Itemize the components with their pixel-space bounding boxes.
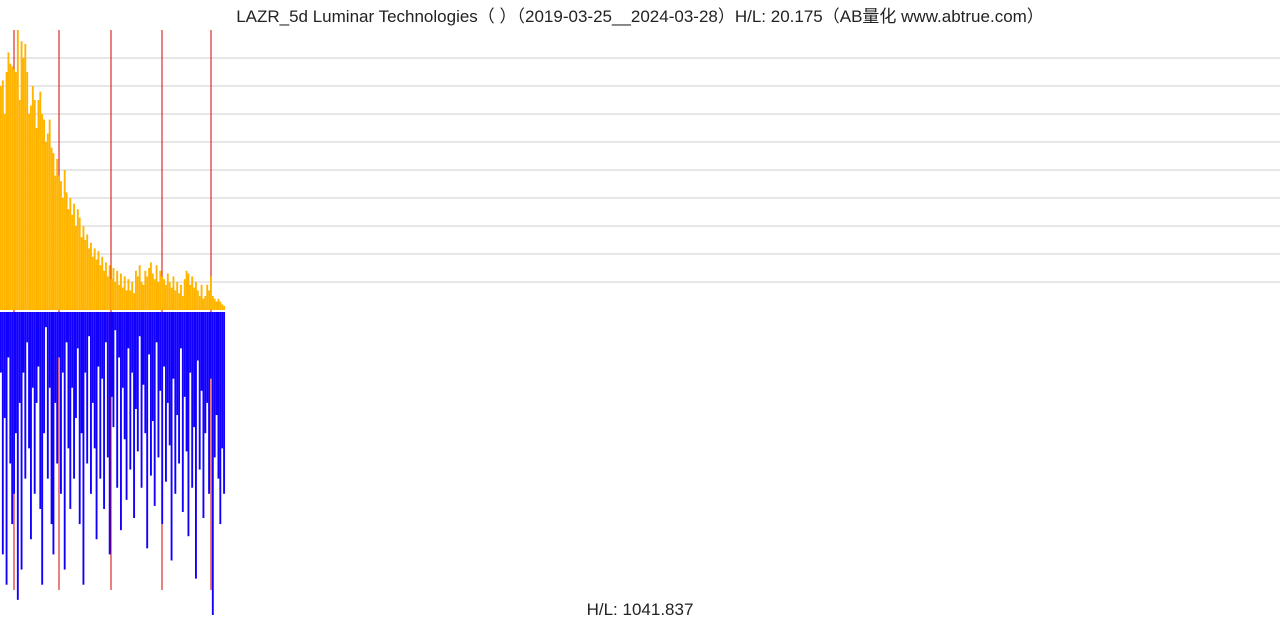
chart-title: LAZR_5d Luminar Technologies（ ）（2019-03-…	[0, 0, 1280, 27]
stock-chart: LAZR_5d Luminar Technologies（ ）（2019-03-…	[0, 0, 1280, 620]
price-gridlines	[0, 58, 1280, 282]
volume-bars	[0, 312, 225, 615]
chart-canvas	[0, 0, 1280, 620]
volume-hl-label: H/L: 1041.837	[0, 600, 1280, 620]
